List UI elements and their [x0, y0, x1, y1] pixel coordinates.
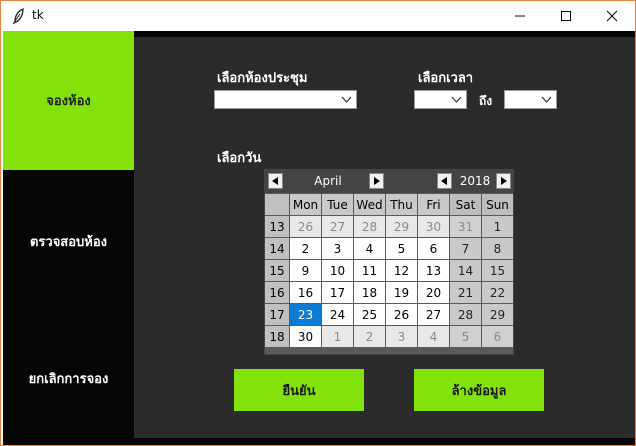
weekday-header: Sat [450, 194, 481, 215]
minimize-icon [515, 15, 525, 17]
chevron-down-icon [541, 96, 552, 103]
calendar-day[interactable]: 2 [290, 238, 321, 259]
calendar-month: April [314, 174, 342, 188]
calendar-day[interactable]: 4 [354, 238, 385, 259]
title-bar: tk [1, 1, 635, 31]
calendar-day[interactable]: 5 [386, 238, 417, 259]
sidebar-item-cancel-booking[interactable]: ยกเลิกการจอง [3, 312, 134, 445]
calendar-day[interactable]: 23 [290, 304, 321, 325]
calendar-day[interactable]: 3 [386, 326, 417, 347]
sidebar-item-book-room[interactable]: จองห้อง [3, 31, 134, 170]
week-number: 14 [265, 238, 289, 259]
main-top-border [134, 31, 635, 37]
calendar-day[interactable]: 26 [386, 304, 417, 325]
sidebar-item-label: ยกเลิกการจอง [28, 372, 109, 387]
weekday-header: Fri [418, 194, 449, 215]
calendar-day[interactable]: 29 [386, 216, 417, 237]
calendar-day[interactable]: 27 [322, 216, 353, 237]
weekday-header: Tue [322, 194, 353, 215]
confirm-button[interactable]: ยืนยัน [234, 369, 364, 411]
calendar-day[interactable]: 2 [354, 326, 385, 347]
calendar-day[interactable]: 5 [450, 326, 481, 347]
sidebar-item-check-room[interactable]: ตรวจสอบห้อง [3, 170, 134, 312]
next-year-button[interactable] [496, 173, 511, 189]
calendar-day[interactable]: 25 [354, 304, 385, 325]
week-number: 18 [265, 326, 289, 347]
weekday-header: Mon [290, 194, 321, 215]
chevron-down-icon [451, 96, 462, 103]
calendar-day[interactable]: 30 [418, 216, 449, 237]
prev-year-button[interactable] [437, 173, 452, 189]
calendar-day[interactable]: 17 [322, 282, 353, 303]
calendar-day[interactable]: 16 [290, 282, 321, 303]
maximize-button[interactable] [543, 1, 589, 31]
calendar-day[interactable]: 6 [482, 326, 513, 347]
calendar-corner [265, 194, 289, 215]
calendar-header: April 2018 [265, 170, 513, 193]
room-label: เลือกห้องประชุม [217, 71, 308, 86]
calendar-day[interactable]: 31 [450, 216, 481, 237]
triangle-left-icon [441, 177, 447, 185]
close-icon [606, 10, 618, 22]
week-number: 16 [265, 282, 289, 303]
calendar: April 2018 Mon Tue Wed Thu Fri Sat Sun 13 26 27 28… [264, 169, 514, 355]
weekday-header: Thu [386, 194, 417, 215]
calendar-day[interactable]: 10 [322, 260, 353, 281]
calendar-day[interactable]: 15 [482, 260, 513, 281]
calendar-day[interactable]: 21 [450, 282, 481, 303]
sidebar: จองห้อง ตรวจสอบห้อง ยกเลิกการจอง [3, 31, 134, 445]
close-button[interactable] [589, 1, 635, 31]
calendar-day[interactable]: 8 [482, 238, 513, 259]
prev-month-button[interactable] [268, 173, 283, 189]
clear-button[interactable]: ล้างข้อมูล [414, 369, 544, 411]
calendar-day[interactable]: 7 [450, 238, 481, 259]
date-label: เลือกวัน [217, 151, 262, 166]
calendar-day[interactable]: 19 [386, 282, 417, 303]
calendar-year: 2018 [459, 174, 491, 188]
sidebar-item-label: ตรวจสอบห้อง [29, 234, 108, 250]
calendar-day[interactable]: 1 [322, 326, 353, 347]
calendar-day[interactable]: 28 [450, 304, 481, 325]
triangle-right-icon [374, 177, 380, 185]
next-month-button[interactable] [369, 173, 384, 189]
calendar-day[interactable]: 27 [418, 304, 449, 325]
calendar-day[interactable]: 20 [418, 282, 449, 303]
calendar-day[interactable]: 9 [290, 260, 321, 281]
calendar-day[interactable]: 30 [290, 326, 321, 347]
week-number: 13 [265, 216, 289, 237]
calendar-day[interactable]: 18 [354, 282, 385, 303]
week-number: 15 [265, 260, 289, 281]
calendar-day[interactable]: 29 [482, 304, 513, 325]
minimize-button[interactable] [497, 1, 543, 31]
calendar-day[interactable]: 6 [418, 238, 449, 259]
calendar-day[interactable]: 26 [290, 216, 321, 237]
calendar-day[interactable]: 12 [386, 260, 417, 281]
calendar-day[interactable]: 14 [450, 260, 481, 281]
calendar-day[interactable]: 1 [482, 216, 513, 237]
weekday-header: Sun [482, 194, 513, 215]
app-window: tk จองห้อง ตรวจสอบห้อง ยกเลิกการจอง เลือ… [0, 0, 636, 446]
time-from-select[interactable] [414, 90, 467, 109]
calendar-day[interactable]: 11 [354, 260, 385, 281]
week-number: 17 [265, 304, 289, 325]
chevron-down-icon [341, 96, 352, 103]
window-title: tk [32, 8, 44, 22]
calendar-day[interactable]: 22 [482, 282, 513, 303]
calendar-day[interactable]: 3 [322, 238, 353, 259]
maximize-icon [561, 11, 571, 21]
sidebar-item-label: จองห้อง [46, 94, 91, 109]
triangle-right-icon [501, 177, 507, 185]
weekday-header: Wed [354, 194, 385, 215]
time-to-label: ถึง [479, 94, 493, 108]
room-select[interactable] [214, 90, 357, 109]
calendar-day[interactable]: 4 [418, 326, 449, 347]
time-to-select[interactable] [504, 90, 557, 109]
main-bottom-border [134, 438, 635, 445]
time-label: เลือกเวลา [418, 71, 474, 86]
calendar-day[interactable]: 28 [354, 216, 385, 237]
feather-icon [12, 8, 24, 24]
calendar-day[interactable]: 13 [418, 260, 449, 281]
calendar-day[interactable]: 24 [322, 304, 353, 325]
triangle-left-icon [272, 177, 278, 185]
